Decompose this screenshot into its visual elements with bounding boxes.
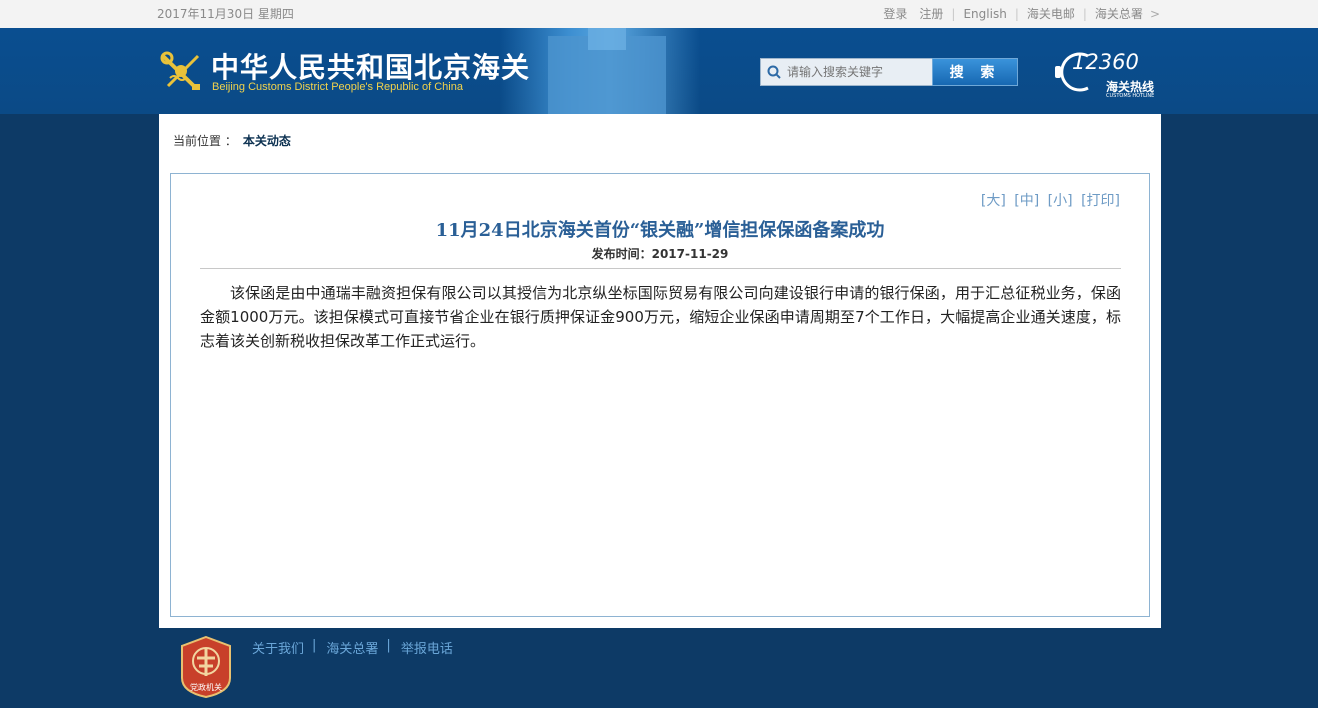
top-bar: 2017年11月30日 星期四 登录 注册 | English | 海关电邮 |… — [0, 0, 1318, 28]
badge-label: 党政机关 — [190, 682, 222, 692]
hotline-number: 12360 — [1072, 50, 1139, 74]
english-link[interactable]: English — [963, 7, 1006, 21]
report-phone-link[interactable]: 举报电话 — [401, 638, 453, 657]
search-input[interactable] — [787, 65, 917, 79]
footer-links: 关于我们 | 海关总署 | 举报电话 — [252, 638, 453, 657]
breadcrumb: 当前位置 ： 本关动态 — [173, 132, 291, 149]
register-link[interactable]: 注册 — [919, 5, 943, 22]
site-header: 中华人民共和国北京海关 Beijing Customs District Peo… — [0, 28, 1318, 114]
search-button[interactable]: 搜 索 — [932, 58, 1018, 86]
hotline-logo[interactable]: 12360 海关热线 CUSTOMS HOTLINE — [1054, 44, 1162, 102]
gac-link[interactable]: 海关总署 — [1095, 5, 1143, 22]
party-government-badge-icon[interactable]: 党政机关 — [180, 636, 232, 698]
building-image — [548, 28, 666, 114]
font-large-button[interactable]: [大] — [981, 193, 1006, 209]
search-box — [760, 58, 932, 86]
chevron-right-icon: > — [1149, 6, 1160, 21]
breadcrumb-label: 当前位置 ： — [173, 134, 237, 148]
font-size-tools: [大] [中] [小] [打印] — [977, 190, 1120, 210]
footer-gac-link[interactable]: 海关总署 — [326, 638, 378, 657]
divider — [200, 268, 1121, 269]
hotline-label-english: CUSTOMS HOTLINE — [1106, 93, 1155, 99]
main-content: 当前位置 ： 本关动态 [大] [中] [小] [打印] 11月24日北京海关首份… — [159, 114, 1161, 628]
article-panel: [大] [中] [小] [打印] 11月24日北京海关首份“银关融”增信担保保函… — [170, 173, 1150, 617]
site-title: 中华人民共和国北京海关 — [211, 51, 531, 84]
article-body: 该保函是由中通瑞丰融资担保有限公司以其授信为北京纵坐标国际贸易有限公司向建设银行… — [200, 284, 1121, 350]
search-bar: 搜 索 — [760, 58, 1018, 86]
print-button[interactable]: [打印] — [1081, 193, 1120, 209]
customs-mail-link[interactable]: 海关电邮 — [1027, 5, 1075, 22]
font-small-button[interactable]: [小] — [1048, 193, 1073, 209]
about-us-link[interactable]: 关于我们 — [252, 638, 304, 657]
font-medium-button[interactable]: [中] — [1014, 193, 1039, 209]
current-date: 2017年11月30日 星期四 — [157, 7, 294, 21]
site-title-english: Beijing Customs District People's Republ… — [212, 81, 463, 93]
publish-date: 发布时间：2017-11-29 — [591, 247, 729, 261]
search-icon — [767, 65, 781, 79]
customs-emblem-icon — [160, 51, 200, 90]
login-link[interactable]: 登录 — [883, 5, 907, 22]
breadcrumb-current[interactable]: 本关动态 — [243, 134, 291, 148]
top-links: 登录 注册 | English | 海关电邮 | 海关总署 > — [883, 5, 1160, 22]
article-title: 11月24日北京海关首份“银关融”增信担保保函备案成功 — [435, 220, 885, 241]
site-footer: 党政机关 关于我们 | 海关总署 | 举报电话 — [0, 628, 1318, 708]
